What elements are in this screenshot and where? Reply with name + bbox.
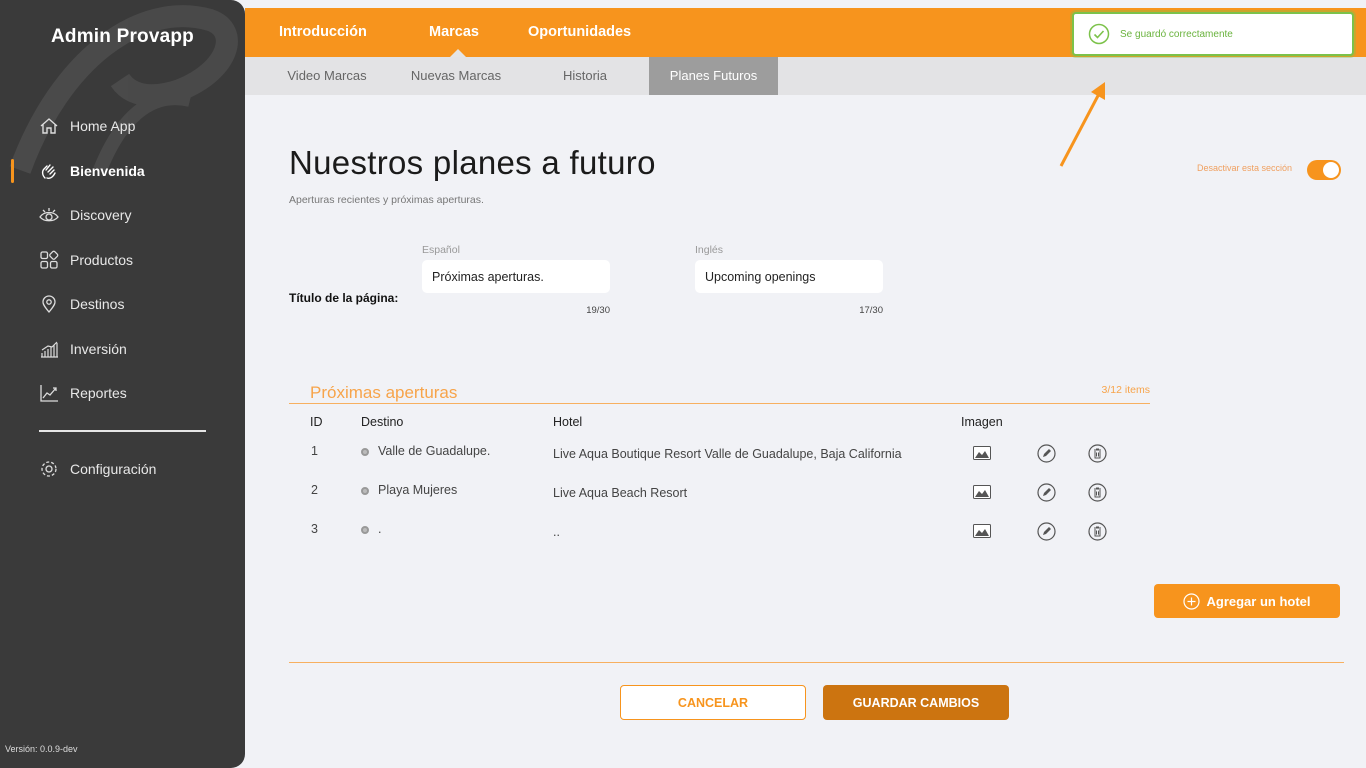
sidebar-item-destinos[interactable]: Destinos (0, 282, 245, 327)
sidebar-item-home-app[interactable]: Home App (0, 104, 245, 149)
row-id: 1 (311, 444, 318, 458)
page-title: Nuestros planes a futuro (289, 144, 656, 181)
subtab-nuevas-marcas[interactable]: Nuevas Marcas (395, 57, 517, 95)
delete-icon[interactable] (1087, 443, 1107, 463)
column-header-destino: Destino (361, 415, 404, 429)
footer-divider (289, 662, 1344, 663)
page-subtitle: Aperturas recientes y próximas aperturas… (289, 194, 484, 206)
location-pin-icon (38, 293, 60, 315)
sidebar-item-label: Discovery (70, 207, 132, 224)
column-header-imagen: Imagen (961, 415, 1003, 429)
english-char-counter: 17/30 (859, 305, 883, 316)
subtab-video-marcas[interactable]: Video Marcas (269, 57, 385, 95)
bar-chart-icon (38, 338, 60, 360)
grid-icon (38, 249, 60, 271)
sidebar-item-label: Reportes (70, 385, 127, 402)
sidebar-item-label: Productos (70, 251, 134, 268)
sidebar-item-label: Bienvenida (70, 162, 145, 179)
check-circle-icon (1088, 23, 1110, 45)
page-title-field-label: Título de la página: (289, 291, 399, 305)
add-hotel-button[interactable]: Agregar un hotel (1154, 584, 1340, 618)
destination-dot-icon (361, 487, 369, 495)
section-divider (289, 403, 1150, 404)
line-chart-icon (38, 382, 60, 404)
row-destino: . (378, 522, 382, 536)
version-label: Versión: 0.0.9-dev (5, 744, 78, 754)
sidebar-item-discovery[interactable]: Discovery (0, 193, 245, 238)
spanish-char-counter: 19/30 (586, 305, 610, 316)
sidebar: Admin Provapp Home App Bienvenida Discov… (0, 0, 245, 768)
items-count: 3/12 items (1101, 384, 1150, 396)
edit-icon[interactable] (1036, 482, 1056, 502)
success-toast: Se guardó correctamente (1072, 12, 1354, 56)
sidebar-item-configuracion[interactable]: Configuración (0, 447, 245, 492)
app-title: Admin Provapp (50, 26, 194, 47)
toggle-knob (1323, 162, 1339, 178)
row-hotel: .. (553, 525, 560, 539)
home-icon (38, 115, 60, 137)
sidebar-item-label: Destinos (70, 296, 125, 313)
row-id: 2 (311, 483, 318, 497)
toast-message: Se guardó correctamente (1120, 28, 1233, 40)
row-destino: Playa Mujeres (378, 483, 458, 497)
english-title-input[interactable] (695, 260, 883, 293)
column-header-id: ID (310, 415, 323, 429)
gear-icon (38, 458, 60, 480)
waving-hand-icon (38, 160, 60, 182)
tab-oportunidades[interactable]: Oportunidades (528, 8, 631, 57)
toggle-label: Desactivar esta sección (1197, 163, 1293, 173)
active-tab-caret (450, 49, 466, 57)
image-icon[interactable] (972, 482, 992, 502)
image-icon[interactable] (972, 521, 992, 541)
sidebar-divider (39, 430, 206, 432)
edit-icon[interactable] (1036, 443, 1056, 463)
sidebar-item-label: Home App (70, 118, 136, 135)
delete-icon[interactable] (1087, 482, 1107, 502)
save-changes-button[interactable]: GUARDAR CAMBIOS (823, 685, 1009, 720)
sidebar-nav: Home App Bienvenida Discovery Productos … (0, 104, 245, 416)
tab-introduccion[interactable]: Introducción (279, 8, 367, 57)
sidebar-item-label: Configuración (70, 461, 157, 478)
annotation-arrow-icon (1059, 82, 1105, 167)
edit-icon[interactable] (1036, 521, 1056, 541)
sidebar-item-reportes[interactable]: Reportes (0, 371, 245, 416)
section-toggle[interactable] (1307, 160, 1341, 180)
sidebar-item-label: Inversión (70, 340, 127, 357)
row-id: 3 (311, 522, 318, 536)
destination-dot-icon (361, 526, 369, 534)
image-icon[interactable] (972, 443, 992, 463)
sidebar-item-inversion[interactable]: Inversión (0, 327, 245, 372)
row-destino: Valle de Guadalupe. (378, 444, 491, 458)
row-hotel: Live Aqua Boutique Resort Valle de Guada… (553, 447, 902, 461)
section-title: Próximas aperturas (310, 383, 458, 402)
delete-icon[interactable] (1087, 521, 1107, 541)
plus-circle-icon (1183, 592, 1201, 610)
column-header-hotel: Hotel (553, 415, 583, 429)
spanish-title-input[interactable] (422, 260, 610, 293)
sidebar-item-productos[interactable]: Productos (0, 238, 245, 283)
subtab-planes-futuros[interactable]: Planes Futuros (649, 57, 778, 95)
row-hotel: Live Aqua Beach Resort (553, 486, 688, 500)
destination-dot-icon (361, 448, 369, 456)
eye-icon (38, 204, 60, 226)
subtab-historia[interactable]: Historia (535, 57, 635, 95)
spanish-label: Español (422, 244, 460, 256)
english-label: Inglés (695, 244, 724, 256)
sub-nav: Video Marcas Nuevas Marcas Historia Plan… (245, 57, 1366, 95)
add-hotel-label: Agregar un hotel (1206, 593, 1311, 609)
cancel-button[interactable]: CANCELAR (620, 685, 806, 720)
sidebar-item-bienvenida[interactable]: Bienvenida (0, 149, 245, 194)
